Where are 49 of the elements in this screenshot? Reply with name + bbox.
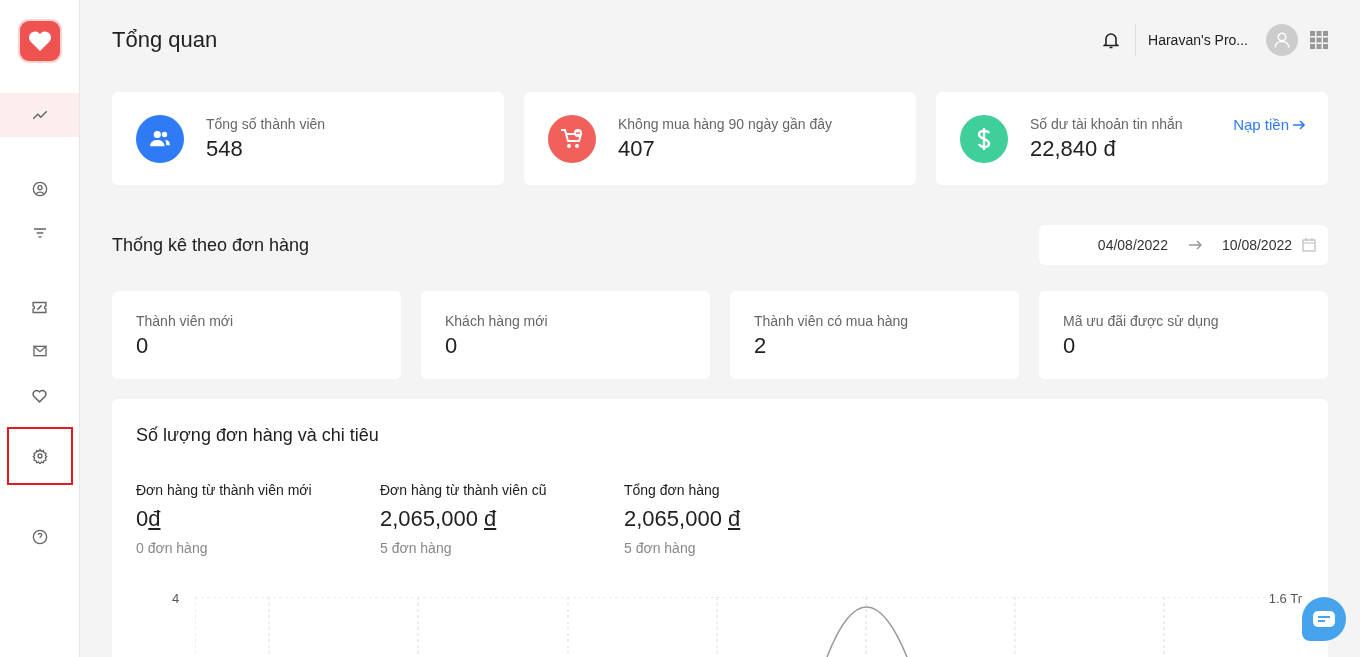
chat-icon [1312, 610, 1336, 628]
axis-label: 1.6 Tr [1268, 591, 1302, 606]
chat-button[interactable] [1302, 597, 1346, 641]
sidebar-item[interactable] [6, 427, 73, 485]
user-circle-icon [31, 181, 48, 197]
metric-label: Đơn hàng từ thành viên cũ [380, 482, 548, 498]
help-icon [31, 529, 48, 545]
metric-amount: 2,065,000 đ [624, 506, 742, 532]
arrow-right-icon [1292, 117, 1306, 132]
metric-count: 5 đơn hàng [380, 540, 453, 556]
cart-icon [560, 127, 584, 150]
stat-value: 2 [754, 333, 768, 359]
dollar-icon [976, 126, 992, 151]
stat-label: Khách hàng mới [445, 313, 549, 329]
card-label: Tổng số thành viên [206, 115, 326, 132]
date-range-field[interactable]: 04/08/2022 10/08/2022 [1039, 225, 1328, 265]
arrow-right-icon [1187, 240, 1202, 250]
users-icon [149, 129, 171, 148]
calendar-icon [1302, 238, 1316, 252]
page-title: Tổng quan [112, 27, 218, 53]
axis-label: 4 [172, 591, 180, 606]
account-name[interactable]: Haravan's Pro... [1148, 32, 1248, 48]
stat-value: 0 [445, 333, 459, 359]
app-logo[interactable] [19, 21, 60, 61]
metric-amount: 0đ [136, 506, 162, 532]
metric-count: 5 đơn hàng [624, 540, 697, 556]
avatar[interactable] [1266, 24, 1298, 56]
card-label: Không mua hàng 90 ngày gần đây [618, 115, 833, 132]
section-title: Thống kê theo đơn hàng [112, 234, 309, 256]
apps-grid-icon[interactable] [1310, 31, 1328, 49]
settings-icon [31, 448, 48, 464]
metric-label: Tổng đơn hàng [624, 482, 721, 498]
filter-icon [31, 225, 48, 241]
mail-icon [31, 343, 48, 359]
metric-label: Đơn hàng từ thành viên mới [136, 482, 313, 498]
stat-label: Thành viên mới [136, 313, 235, 329]
metric-amount: 2,065,000 đ [380, 506, 498, 532]
card-title: Số lượng đơn hàng và chi tiêu [136, 425, 380, 446]
stat-value: 0 [1063, 333, 1077, 359]
metric-count: 0 đơn hàng [136, 540, 209, 556]
card-label: Số dư tài khoản tin nhắn [1030, 115, 1183, 132]
stat-label: Thành viên có mua hàng [754, 313, 910, 329]
stat-value: 0 [136, 333, 150, 359]
card-value: 407 [618, 135, 656, 162]
stat-label: Mã ưu đãi được sử dụng [1063, 313, 1220, 329]
card-value: 548 [206, 135, 244, 162]
bell-icon[interactable] [1103, 31, 1120, 49]
top-up-link[interactable]: Nạp tiền [1233, 116, 1306, 133]
card-value: 22,840 đ [1030, 135, 1117, 162]
